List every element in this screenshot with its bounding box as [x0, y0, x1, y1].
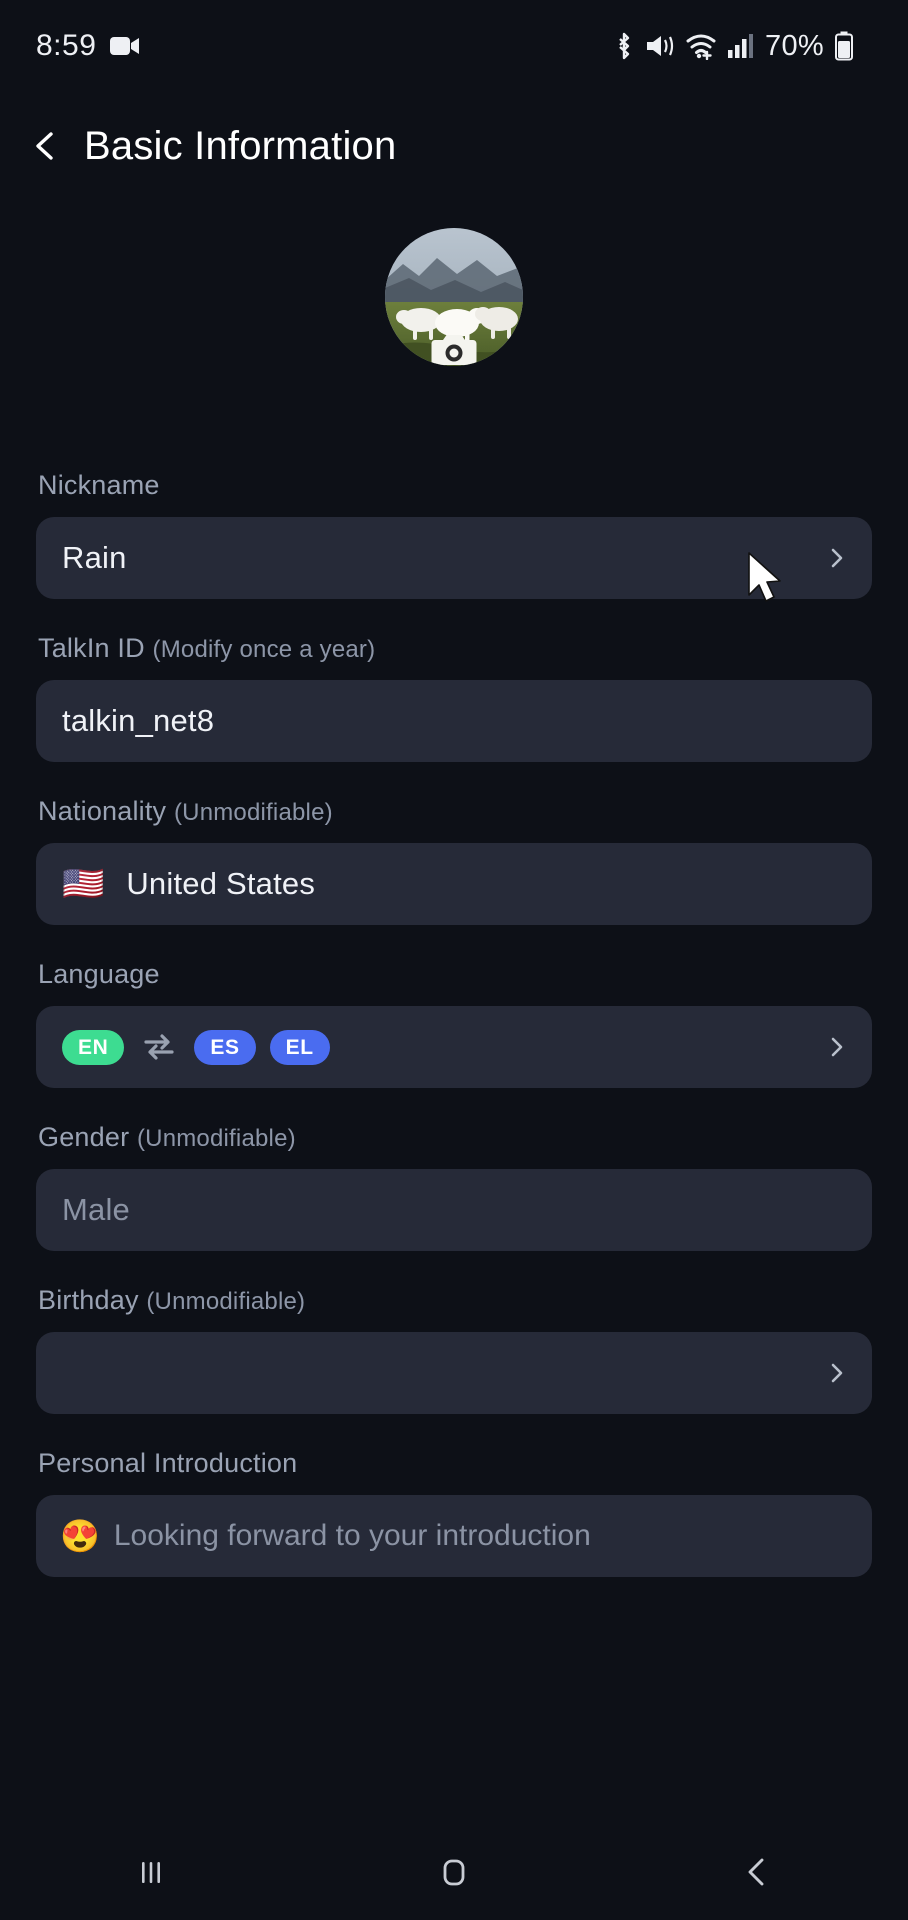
chevron-right-icon[interactable]	[826, 547, 848, 569]
birthday-field[interactable]	[36, 1332, 872, 1414]
mute-vibrate-icon	[645, 32, 675, 60]
gender-field: Male	[36, 1169, 872, 1251]
talkin-id-label-text: TalkIn ID	[38, 633, 145, 663]
avatar-container[interactable]	[385, 228, 523, 366]
language-field[interactable]: EN ES EL	[36, 1006, 872, 1088]
cellular-signal-icon	[727, 33, 754, 59]
language-pill-source[interactable]: EN	[62, 1029, 125, 1065]
field-group-language: Language EN ES EL	[36, 959, 872, 1088]
gender-label: Gender (Unmodifiable)	[38, 1122, 872, 1153]
status-bar: 8:59 70%	[0, 0, 908, 92]
chevron-right-icon[interactable]	[826, 1036, 848, 1058]
nickname-value: Rain	[62, 540, 127, 575]
back-chevron-icon[interactable]	[28, 129, 62, 163]
language-pill-target-1[interactable]: EL	[269, 1029, 330, 1065]
field-group-gender: Gender (Unmodifiable) Male	[36, 1122, 872, 1251]
gender-hint: (Unmodifiable)	[136, 1125, 296, 1152]
profile-form: Nickname Rain TalkIn ID (Modify once a y…	[0, 470, 908, 1611]
page-title: Basic Information	[84, 123, 397, 168]
bluetooth-icon	[613, 31, 635, 61]
phone-screen: 8:59 70% Basic Information Nickname Rain…	[0, 0, 908, 1920]
recents-icon[interactable]	[91, 1824, 211, 1920]
personal-introduction-label-text: Personal Introduction	[38, 1448, 298, 1478]
birthday-hint: (Unmodifiable)	[146, 1288, 306, 1315]
video-camera-icon	[110, 35, 140, 57]
field-group-talkin-id: TalkIn ID (Modify once a year) talkin_ne…	[36, 633, 872, 762]
nationality-value: United States	[126, 866, 316, 901]
chevron-right-icon[interactable]	[826, 1362, 848, 1384]
nationality-label-text: Nationality	[38, 796, 167, 826]
flag-icon: 🇺🇸	[62, 865, 105, 903]
gender-label-text: Gender	[38, 1122, 130, 1152]
page-header: Basic Information	[0, 104, 908, 188]
android-nav-bar	[0, 1824, 908, 1920]
personal-introduction-label: Personal Introduction	[38, 1448, 872, 1479]
swap-arrows-icon	[142, 1034, 176, 1060]
nationality-label: Nationality (Unmodifiable)	[38, 796, 872, 827]
heart-eyes-emoji-icon: 😍	[60, 1518, 100, 1554]
battery-percent-label: 70%	[765, 29, 824, 62]
nationality-field: 🇺🇸 United States	[36, 843, 872, 925]
talkin-id-hint: (Modify once a year)	[152, 636, 376, 663]
field-group-nationality: Nationality (Unmodifiable) 🇺🇸 United Sta…	[36, 796, 872, 925]
talkin-id-label: TalkIn ID (Modify once a year)	[38, 633, 872, 664]
personal-introduction-placeholder: Looking forward to your introduction	[113, 1519, 591, 1552]
field-group-nickname: Nickname Rain	[36, 470, 872, 599]
camera-icon[interactable]	[431, 330, 477, 366]
avatar[interactable]	[385, 228, 523, 366]
nationality-hint: (Unmodifiable)	[173, 799, 333, 826]
status-bar-right: 70%	[613, 30, 854, 63]
home-icon[interactable]	[394, 1824, 514, 1920]
birthday-label: Birthday (Unmodifiable)	[38, 1285, 872, 1316]
language-pill-target-0[interactable]: ES	[194, 1029, 256, 1065]
birthday-label-text: Birthday	[38, 1285, 139, 1315]
language-pill-row: EN ES EL	[62, 1029, 330, 1065]
wifi-icon	[685, 32, 717, 60]
language-label: Language	[38, 959, 872, 990]
language-label-text: Language	[38, 959, 160, 989]
status-bar-left: 8:59	[36, 29, 140, 63]
back-icon[interactable]	[697, 1824, 817, 1920]
field-group-personal-introduction: Personal Introduction 😍 Looking forward …	[36, 1448, 872, 1577]
nickname-field[interactable]: Rain	[36, 517, 872, 599]
talkin-id-value: talkin_net8	[62, 703, 215, 738]
nickname-label: Nickname	[38, 470, 872, 501]
personal-introduction-field[interactable]: 😍 Looking forward to your introduction	[36, 1495, 872, 1577]
field-group-birthday: Birthday (Unmodifiable)	[36, 1285, 872, 1414]
nickname-label-text: Nickname	[38, 470, 160, 500]
status-bar-clock: 8:59	[36, 29, 97, 62]
talkin-id-field[interactable]: talkin_net8	[36, 680, 872, 762]
gender-value: Male	[62, 1192, 130, 1227]
battery-icon	[834, 31, 854, 61]
